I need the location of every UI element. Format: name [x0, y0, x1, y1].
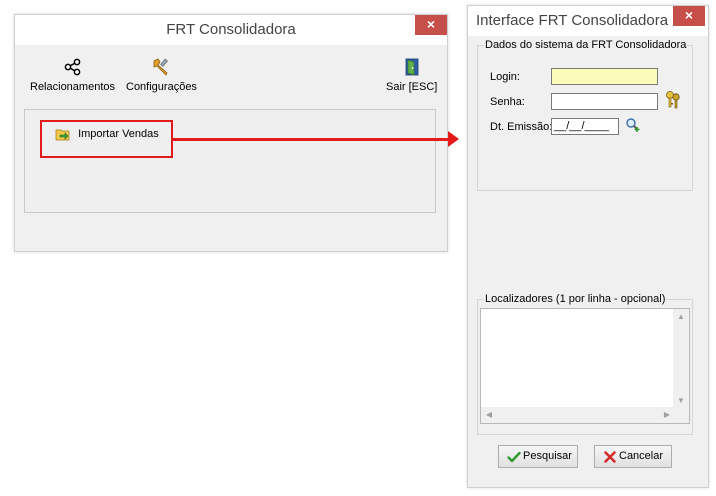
interface-window: Interface FRT Consolidadora × Dados do s… [467, 5, 709, 488]
interface-window-title: Interface FRT Consolidadora [476, 12, 669, 29]
configuracoes-label: Configurações [126, 81, 197, 93]
dt-emissao-input[interactable]: __/__/____ [551, 118, 619, 135]
senha-label: Senha: [490, 96, 525, 108]
sair-label: Sair [ESC] [386, 81, 438, 93]
main-window-title: FRT Consolidadora [166, 21, 296, 38]
main-window-close-button[interactable]: × [415, 15, 447, 35]
scroll-left-icon[interactable]: ◀ [481, 410, 497, 420]
localizadores-textarea[interactable]: ▲ ▼ ◀ ▶ [480, 308, 690, 424]
localizadores-legend: Localizadores (1 por linha - opcional) [484, 293, 667, 305]
localizadores-group: Localizadores (1 por linha - opcional) ▲… [477, 293, 693, 435]
main-window-titlebar[interactable]: FRT Consolidadora × [15, 15, 447, 45]
pesquisar-label: Pesquisar [523, 450, 572, 462]
keys-icon[interactable] [664, 90, 682, 110]
sair-button[interactable]: Sair [ESC] [386, 57, 437, 93]
dados-sistema-legend: Dados do sistema da FRT Consolidadora [484, 39, 688, 51]
check-icon [507, 451, 521, 463]
dados-sistema-group: Dados do sistema da FRT Consolidadora Lo… [477, 39, 693, 191]
annotation-arrow-line [173, 138, 450, 141]
dt-emissao-label: Dt. Emissão: [490, 121, 553, 133]
annotation-arrow-head [448, 131, 459, 147]
configuracoes-button[interactable]: Configurações [126, 57, 197, 93]
senha-input[interactable] [551, 93, 658, 110]
relacionamentos-label: Relacionamentos [30, 81, 115, 93]
cancelar-label: Cancelar [619, 450, 664, 462]
scroll-down-icon[interactable]: ▼ [673, 396, 689, 406]
interface-window-close-button[interactable]: × [673, 6, 705, 26]
horizontal-scrollbar[interactable]: ◀ ▶ [481, 407, 675, 423]
search-add-icon[interactable] [625, 117, 641, 133]
exit-door-icon [405, 58, 419, 76]
share-icon [64, 58, 80, 76]
scrollbar-corner [673, 407, 689, 423]
relacionamentos-button[interactable]: Relacionamentos [30, 57, 115, 93]
pesquisar-button[interactable]: Pesquisar [498, 445, 578, 468]
wrench-icon [154, 58, 169, 76]
login-input[interactable] [551, 68, 658, 85]
vertical-scrollbar[interactable]: ▲ ▼ [673, 309, 689, 409]
login-label: Login: [490, 71, 520, 83]
scroll-up-icon[interactable]: ▲ [673, 312, 689, 322]
interface-window-client: Dados do sistema da FRT Consolidadora Lo… [468, 36, 708, 487]
highlight-box [40, 120, 173, 158]
cancelar-button[interactable]: Cancelar [594, 445, 672, 468]
x-icon [604, 451, 616, 463]
